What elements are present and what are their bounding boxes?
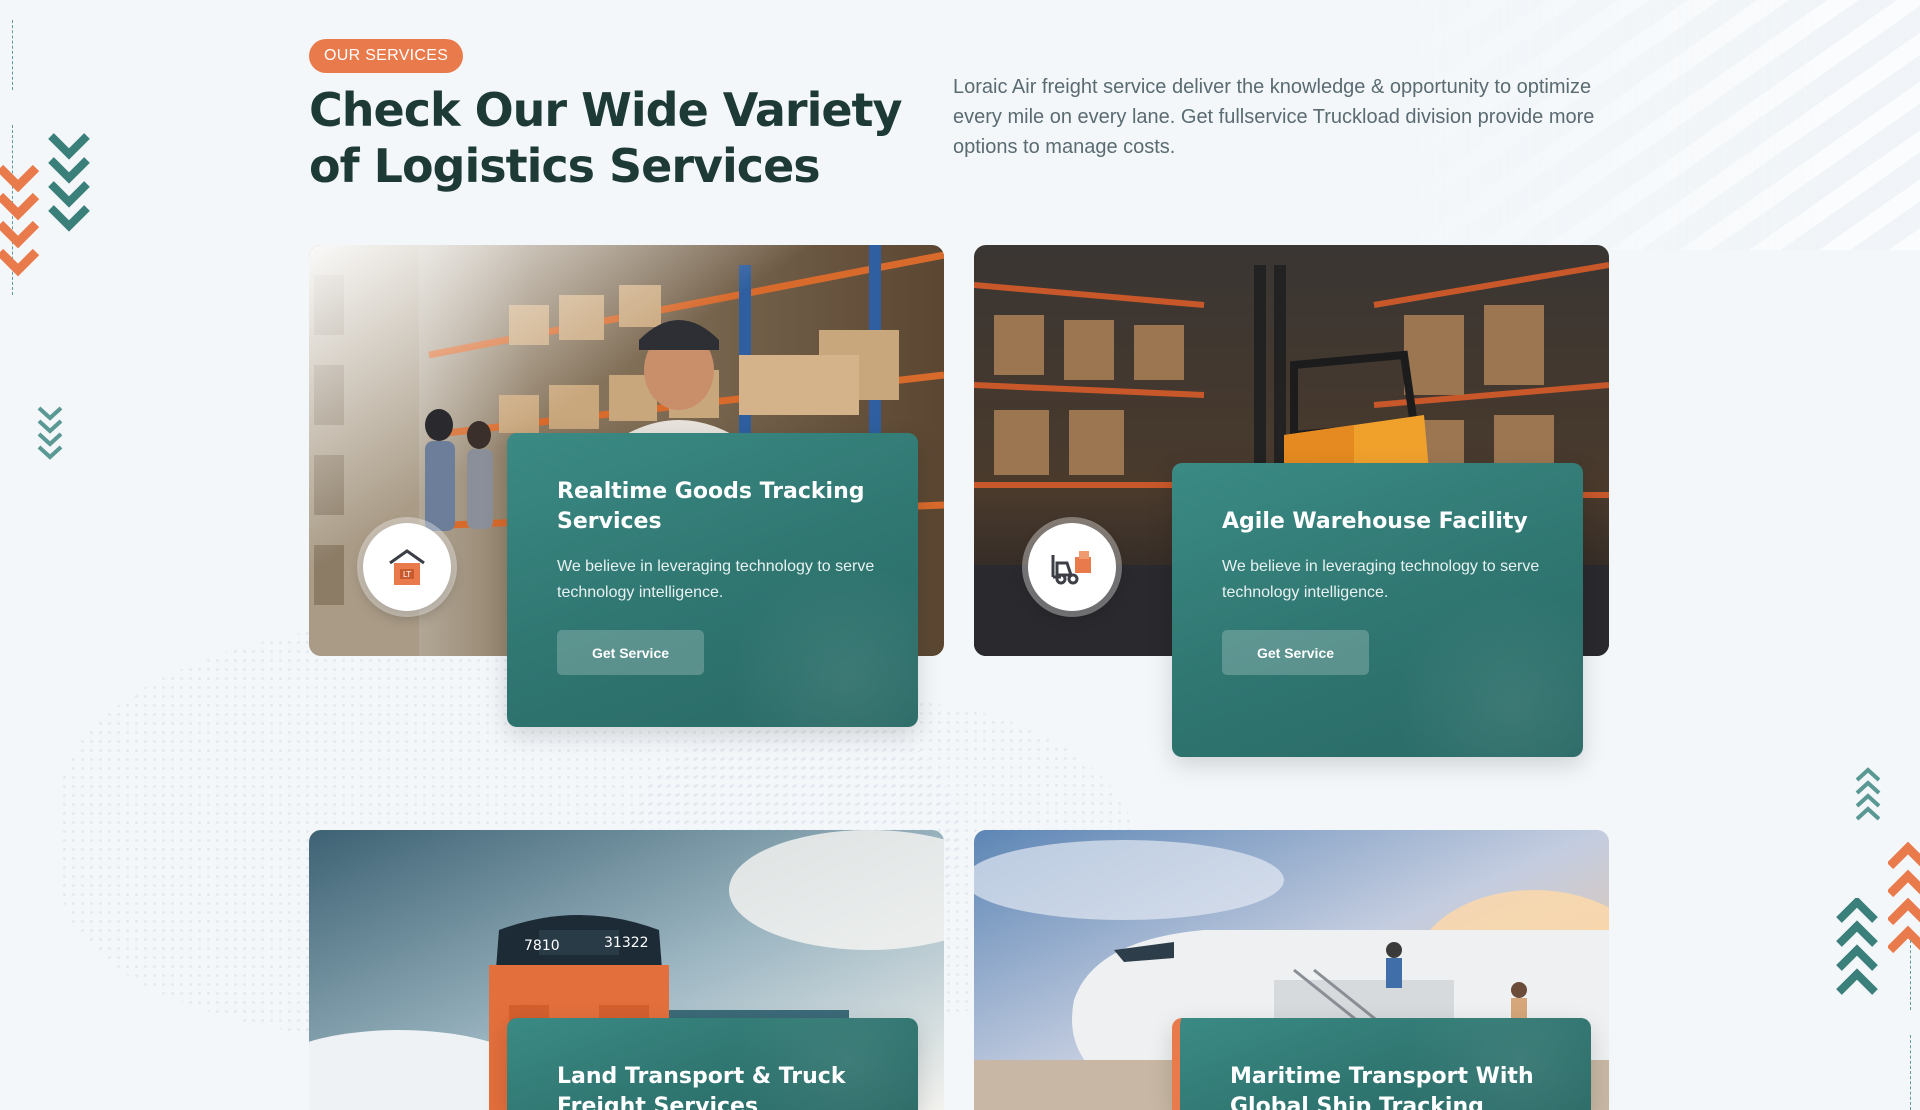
- service-info-panel: Maritime Transport With Global Ship Trac…: [1172, 1018, 1591, 1110]
- service-title: Realtime Goods Tracking Services: [557, 479, 865, 534]
- svg-text:7810: 7810: [524, 938, 560, 954]
- forklift-icon: [1028, 523, 1116, 611]
- svg-text:31322: 31322: [604, 935, 649, 951]
- small-chevrons-up-icon: [1855, 767, 1881, 821]
- service-info-panel: Agile Warehouse Facility We believe in l…: [1172, 463, 1583, 757]
- package-tracking-icon: LT: [363, 523, 451, 611]
- dashed-line-decoration: [12, 20, 13, 90]
- service-info-panel: Land Transport & Truck Freight Services: [507, 1018, 918, 1110]
- get-service-button[interactable]: Get Service: [557, 630, 704, 675]
- service-title: Land Transport & Truck Freight Services: [557, 1064, 846, 1110]
- teal-chevrons-down-icon: [48, 133, 90, 232]
- section-badge: OUR SERVICES: [309, 39, 464, 73]
- service-description: We believe in leveraging technology to s…: [1222, 558, 1540, 601]
- service-description: We believe in leveraging technology to s…: [557, 558, 875, 601]
- service-info-panel: Realtime Goods Tracking Services We beli…: [507, 433, 918, 727]
- small-chevrons-down-icon: [37, 406, 63, 460]
- dashed-line-decoration: [1910, 940, 1911, 1010]
- orange-chevrons-down-icon: [0, 164, 40, 277]
- service-title: Maritime Transport With Global Ship Trac…: [1230, 1064, 1534, 1110]
- teal-chevrons-up-icon: [1836, 898, 1878, 995]
- services-page: OUR SERVICES Check Our Wide Variety of L…: [0, 0, 1920, 1110]
- dashed-line-decoration: [1910, 1035, 1911, 1110]
- svg-text:LT: LT: [403, 570, 411, 579]
- section-intro: Loraic Air freight service deliver the k…: [953, 76, 1595, 158]
- orange-chevrons-up-icon: [1888, 841, 1920, 954]
- section-title: Check Our Wide Variety of Logistics Serv…: [309, 83, 903, 193]
- get-service-button[interactable]: Get Service: [1222, 630, 1369, 675]
- service-title: Agile Warehouse Facility: [1222, 509, 1528, 534]
